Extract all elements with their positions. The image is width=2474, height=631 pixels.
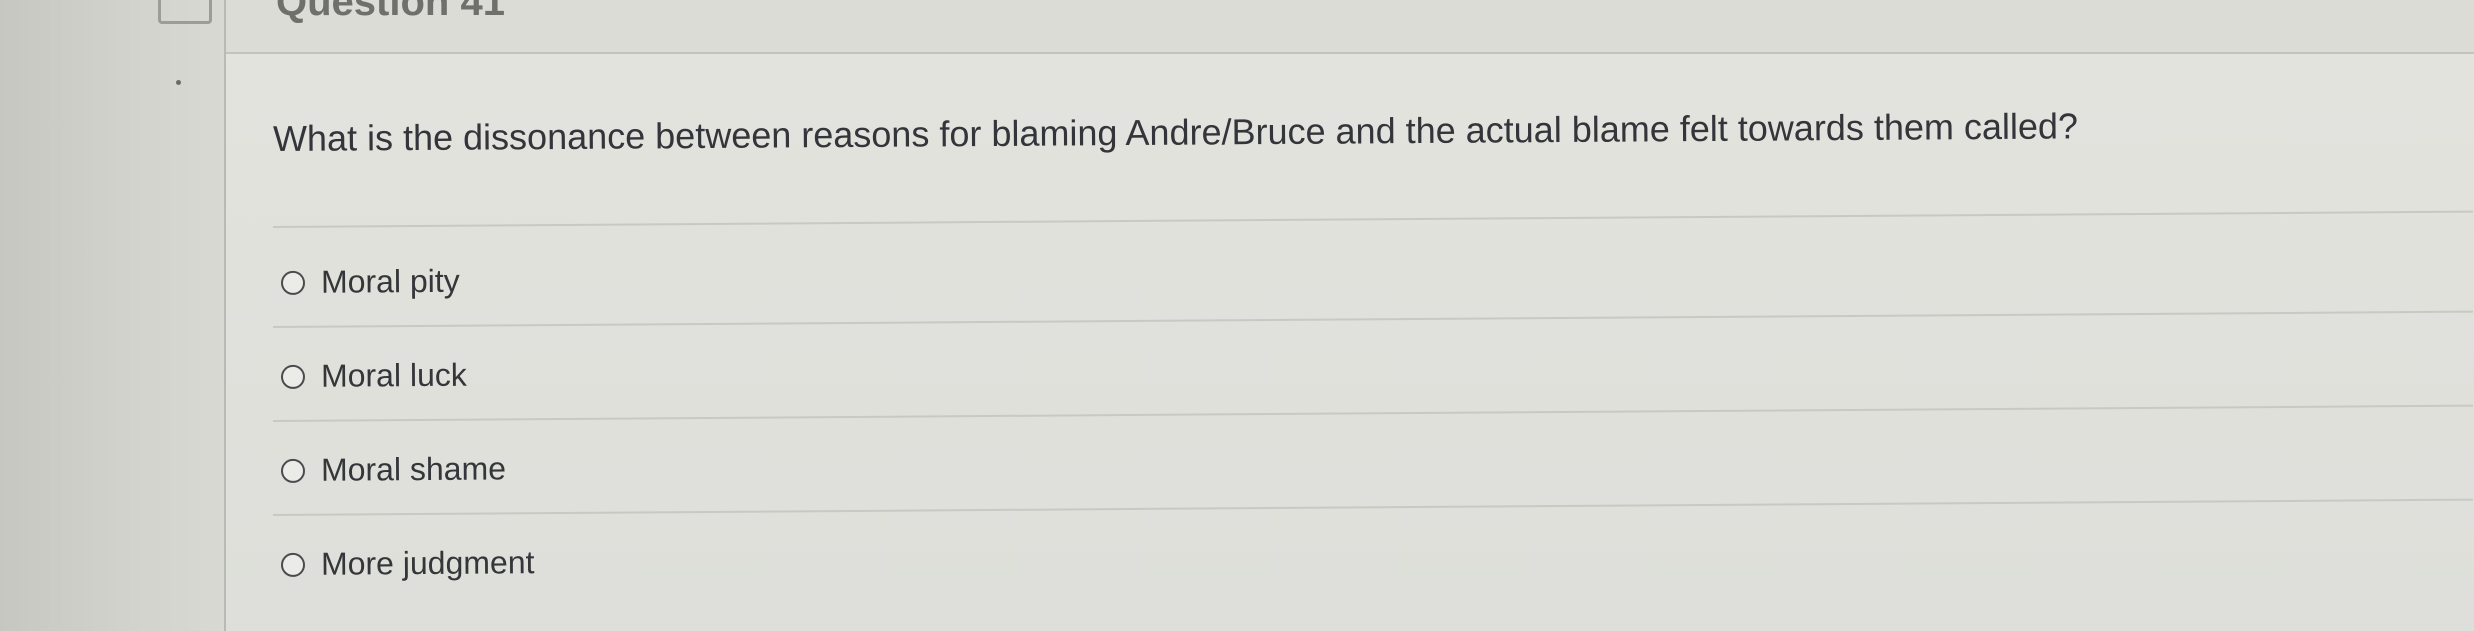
divider bbox=[272, 310, 2473, 328]
divider bbox=[272, 404, 2473, 422]
left-gutter bbox=[0, 0, 226, 631]
answer-option-more-judgment[interactable]: More judgment bbox=[280, 544, 535, 583]
radio-button[interactable] bbox=[280, 458, 306, 483]
answer-option-moral-pity[interactable]: Moral pity bbox=[280, 262, 460, 301]
divider bbox=[272, 210, 2473, 228]
radio-button[interactable] bbox=[280, 270, 306, 295]
answer-option-moral-luck[interactable]: Moral luck bbox=[280, 356, 467, 395]
question-title: Question 41 bbox=[276, 0, 505, 24]
radio-button[interactable] bbox=[280, 552, 306, 577]
answer-option-label: More judgment bbox=[320, 544, 535, 582]
answer-option-moral-shame[interactable]: Moral shame bbox=[280, 450, 507, 489]
question-header: Question 41 bbox=[226, 0, 2474, 54]
question-card: Question 41 What is the dissonance betwe… bbox=[226, 0, 2474, 631]
answer-option-label: Moral pity bbox=[320, 262, 460, 300]
radio-button[interactable] bbox=[280, 364, 306, 389]
divider bbox=[272, 498, 2473, 516]
question-flag-icon[interactable] bbox=[158, 0, 212, 24]
answer-option-label: Moral luck bbox=[320, 356, 467, 394]
answer-option-label: Moral shame bbox=[320, 450, 507, 488]
bullet-icon bbox=[176, 80, 181, 85]
question-prompt: What is the dissonance between reasons f… bbox=[272, 105, 2079, 159]
